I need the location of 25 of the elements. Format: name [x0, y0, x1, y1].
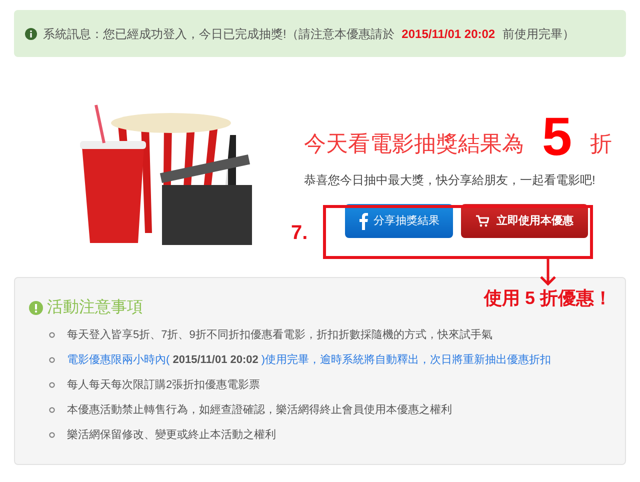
notice-title: 活動注意事項 — [47, 298, 143, 318]
step-number: 7. — [291, 221, 308, 246]
bullet-icon — [49, 332, 55, 338]
bullet-icon — [49, 357, 55, 363]
notice-item: 每人每天每次限訂購2張折扣優惠電影票 — [67, 378, 260, 393]
bullet-icon — [49, 382, 55, 388]
alert-message: 系統訊息：您已經成功登入，今日已完成抽獎!（請注意本優惠請於 2015/11/01 20:02 前使用完畢） — [43, 26, 574, 42]
use-coupon-button[interactable]: 立即使用本優惠 — [461, 204, 588, 238]
bullet-icon — [49, 432, 55, 438]
notice-item: 樂活網保留修改、變更或終止本活動之權利 — [67, 428, 276, 443]
notice-item: 本優惠活動禁止轉售行為，如經查證確認，樂活網得終止會員使用本優惠之權利 — [67, 402, 452, 418]
exclamation-icon — [29, 301, 43, 315]
info-icon — [25, 28, 37, 40]
congrats-message: 恭喜您今日抽中最大獎，快分享給朋友，一起看電影吧! — [304, 174, 596, 187]
cart-icon — [476, 215, 488, 227]
share-button[interactable]: 分享抽獎結果 — [345, 204, 453, 238]
notice-item: 每天登入皆享5折、7折、9折不同折扣優惠看電影，折扣折數採隨機的方式，快來試手氣 — [67, 328, 492, 343]
discount-unit: 折 — [590, 130, 612, 158]
arrow-down-icon — [540, 257, 556, 287]
bullet-icon — [49, 407, 55, 413]
callout-text: 使用 5 折優惠！ — [484, 287, 612, 310]
discount-value: 5 — [542, 112, 572, 162]
result-title: 今天看電影抽獎結果為 — [304, 130, 524, 158]
notice-item: 電影優惠限兩小時內( 2015/11/01 20:02 )使用完畢，逾時系統將自動釋出，次日將重新抽出優惠折扣 — [67, 352, 552, 368]
facebook-icon — [358, 212, 368, 230]
